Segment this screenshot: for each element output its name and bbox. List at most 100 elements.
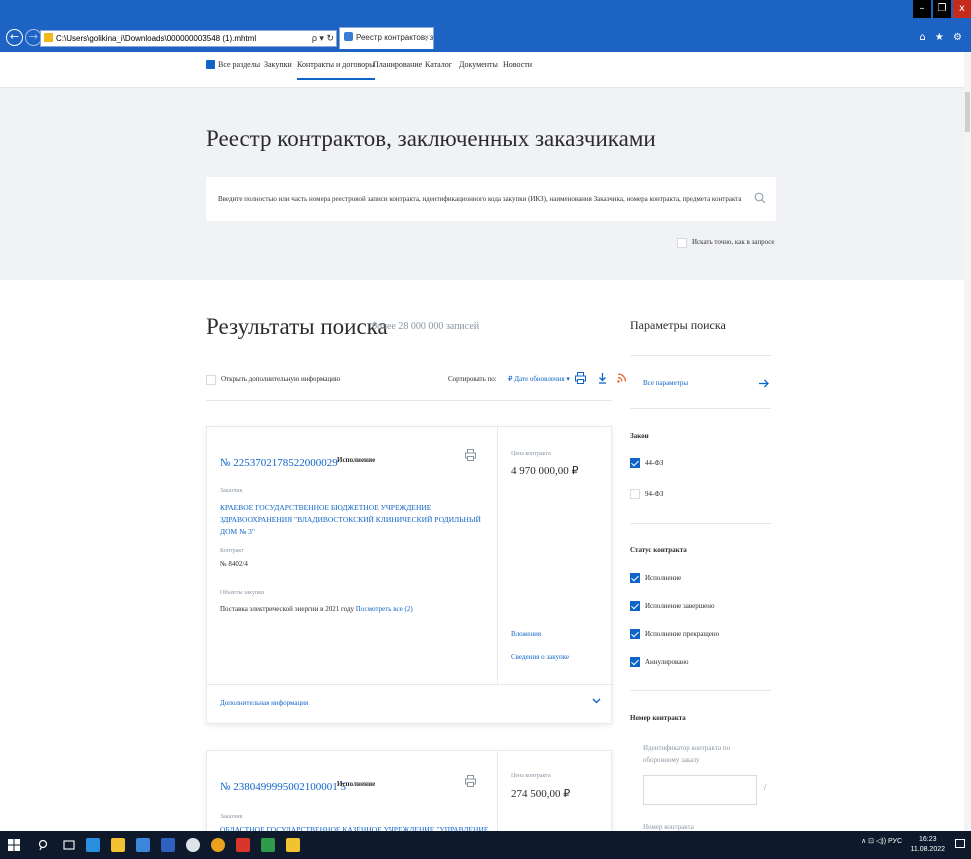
scrollbar-thumb[interactable] bbox=[965, 92, 970, 132]
attachments-link[interactable]: Вложения bbox=[511, 630, 541, 638]
back-button[interactable]: ← bbox=[6, 29, 23, 46]
objects-view-all-link[interactable]: Посмотреть все (2) bbox=[356, 605, 413, 613]
search-taskbar-icon[interactable] bbox=[38, 839, 50, 851]
objects-label: Объекты закупки bbox=[220, 590, 265, 596]
law-44-checkbox[interactable] bbox=[630, 458, 640, 468]
site-nav: Все разделы Закупки Контракты и договоры… bbox=[0, 52, 971, 88]
chrome-icon[interactable] bbox=[211, 838, 225, 852]
system-tray[interactable]: ∧ ⊡ ◁)) РУС bbox=[861, 837, 902, 845]
price-label: Цена контракта bbox=[511, 773, 551, 779]
search-box bbox=[206, 177, 776, 221]
close-button[interactable]: x bbox=[953, 0, 971, 18]
excel-app-icon[interactable] bbox=[261, 838, 275, 852]
panel-divider bbox=[630, 355, 771, 356]
file-explorer-icon[interactable] bbox=[111, 838, 125, 852]
results-title: Результаты поиска bbox=[206, 314, 388, 339]
sort-label: Сортировать по: bbox=[448, 375, 497, 383]
more-info-checkbox[interactable] bbox=[206, 375, 216, 385]
app-c-icon[interactable] bbox=[186, 838, 200, 852]
contract-number-label: Номер контракта bbox=[643, 823, 694, 831]
status-terminated-checkbox[interactable] bbox=[630, 629, 640, 639]
nav-item-purchases[interactable]: Закупки bbox=[264, 60, 292, 78]
contract-number-heading: Номер контракта bbox=[630, 714, 686, 722]
nav-item-news[interactable]: Новости bbox=[503, 60, 532, 78]
panel-divider bbox=[630, 523, 771, 524]
browser-tool-icons[interactable]: ⌂ ★ ⚙ bbox=[919, 32, 965, 43]
tab-close-icon[interactable]: × bbox=[424, 28, 429, 48]
address-bar[interactable]: C:\Users\golikina_i\Downloads\0000000035… bbox=[40, 30, 337, 47]
rss-icon[interactable] bbox=[617, 373, 626, 383]
tab-favicon-icon bbox=[344, 32, 353, 41]
windows-start-icon[interactable] bbox=[8, 839, 20, 851]
task-view-icon[interactable] bbox=[63, 839, 75, 851]
purchase-info-link[interactable]: Сведения о закупке bbox=[511, 653, 569, 661]
notification-icon[interactable] bbox=[955, 839, 965, 848]
clock[interactable]: 16:23 11.08.2022 bbox=[910, 835, 945, 855]
chevron-down-icon[interactable] bbox=[592, 698, 601, 704]
status-execution-label: Исполнение bbox=[645, 574, 682, 582]
all-sections-icon[interactable] bbox=[206, 60, 215, 69]
contract-number-link[interactable]: № 2253702178522000029 bbox=[220, 457, 338, 469]
defense-id-label: Идентификатор контракта по оборонному за… bbox=[643, 744, 731, 764]
sort-dropdown[interactable]: ₽ Дате обновления ▾ bbox=[508, 375, 570, 383]
panel-divider bbox=[630, 690, 771, 691]
contract-value: № 8402/4 bbox=[220, 560, 248, 568]
arrow-right-icon[interactable] bbox=[759, 379, 769, 388]
search-params-title: Параметры поиска bbox=[630, 318, 726, 332]
card-divider bbox=[497, 427, 498, 685]
nav-item-documents[interactable]: Документы bbox=[459, 60, 498, 78]
address-text: C:\Users\golikina_i\Downloads\0000000035… bbox=[56, 34, 257, 43]
all-params-link[interactable]: Все параметры bbox=[643, 379, 688, 387]
status-heading: Статус контракта bbox=[630, 546, 687, 554]
law-94-checkbox[interactable] bbox=[630, 489, 640, 499]
address-tools[interactable]: ρ ▾ ↻ bbox=[312, 31, 334, 46]
additional-info-link[interactable]: Дополнительная информация bbox=[220, 699, 308, 707]
tab-title: Реестр контрактов, заклю... bbox=[356, 33, 434, 42]
browser-tab[interactable]: Реестр контрактов, заклю... × bbox=[339, 27, 434, 49]
minimize-button[interactable]: – bbox=[913, 0, 931, 18]
contract-number-link[interactable]: № 2380499995002100001 5 bbox=[220, 781, 346, 793]
hero-section: Реестр контрактов, заключенных заказчика… bbox=[0, 88, 971, 280]
law-94-label: 94-ФЗ bbox=[645, 490, 664, 498]
objects-text: Поставка электрической энергии в 2021 го… bbox=[220, 605, 355, 613]
download-icon[interactable] bbox=[598, 373, 607, 384]
more-info-label: Открыть дополнительную информацию bbox=[221, 375, 341, 383]
customer-label: Заказчик bbox=[220, 488, 243, 494]
network-app-icon[interactable] bbox=[136, 838, 150, 852]
contract-label: Контракт bbox=[220, 548, 244, 554]
pdf-app-icon[interactable] bbox=[236, 838, 250, 852]
nav-item-planning[interactable]: Планирование bbox=[373, 60, 422, 78]
objects-value: Поставка электрической энергии в 2021 го… bbox=[220, 605, 413, 613]
status-execution-checkbox[interactable] bbox=[630, 573, 640, 583]
print-icon[interactable] bbox=[465, 775, 476, 787]
browser-titlebar: ← → C:\Users\golikina_i\Downloads\000000… bbox=[0, 0, 971, 52]
scrollbar[interactable] bbox=[964, 52, 971, 831]
price-value: 4 970 000,00 ₽ bbox=[511, 465, 579, 477]
nav-item-all-sections[interactable]: Все разделы bbox=[218, 60, 260, 78]
nav-item-contracts[interactable]: Контракты и договоры bbox=[297, 60, 375, 80]
print-all-icon[interactable] bbox=[575, 372, 586, 384]
price-label: Цена контракта bbox=[511, 451, 551, 457]
print-icon[interactable] bbox=[465, 449, 476, 461]
nav-item-catalog[interactable]: Каталог bbox=[425, 60, 452, 78]
word-app-icon[interactable] bbox=[161, 838, 175, 852]
customer-link[interactable]: КРАЕВОЕ ГОСУДАРСТВЕННОЕ БЮДЖЕТНОЕ УЧРЕЖД… bbox=[220, 502, 490, 538]
card-footer[interactable]: Дополнительная информация bbox=[207, 684, 613, 724]
folder-app-icon[interactable] bbox=[286, 838, 300, 852]
search-input[interactable] bbox=[218, 192, 743, 206]
exact-match-checkbox[interactable] bbox=[677, 238, 687, 248]
taskbar: ∧ ⊡ ◁)) РУС 16:23 11.08.2022 bbox=[0, 831, 971, 859]
defense-id-input[interactable] bbox=[643, 775, 757, 805]
slash-separator: / bbox=[764, 782, 767, 792]
status-cancelled-label: Аннулировано bbox=[645, 658, 689, 666]
law-44-label: 44-ФЗ bbox=[645, 459, 664, 467]
contract-card: № 2253702178522000029 Исполнение Заказчи… bbox=[206, 426, 613, 724]
maximize-button[interactable]: ❐ bbox=[933, 0, 951, 18]
search-icon[interactable] bbox=[754, 192, 766, 204]
page-title: Реестр контрактов, заключенных заказчика… bbox=[206, 126, 656, 151]
status-completed-label: Исполнение завершено bbox=[645, 602, 715, 610]
status-cancelled-checkbox[interactable] bbox=[630, 657, 640, 667]
price-value: 274 500,00 ₽ bbox=[511, 788, 571, 800]
status-completed-checkbox[interactable] bbox=[630, 601, 640, 611]
ie-browser-icon[interactable] bbox=[86, 838, 100, 852]
